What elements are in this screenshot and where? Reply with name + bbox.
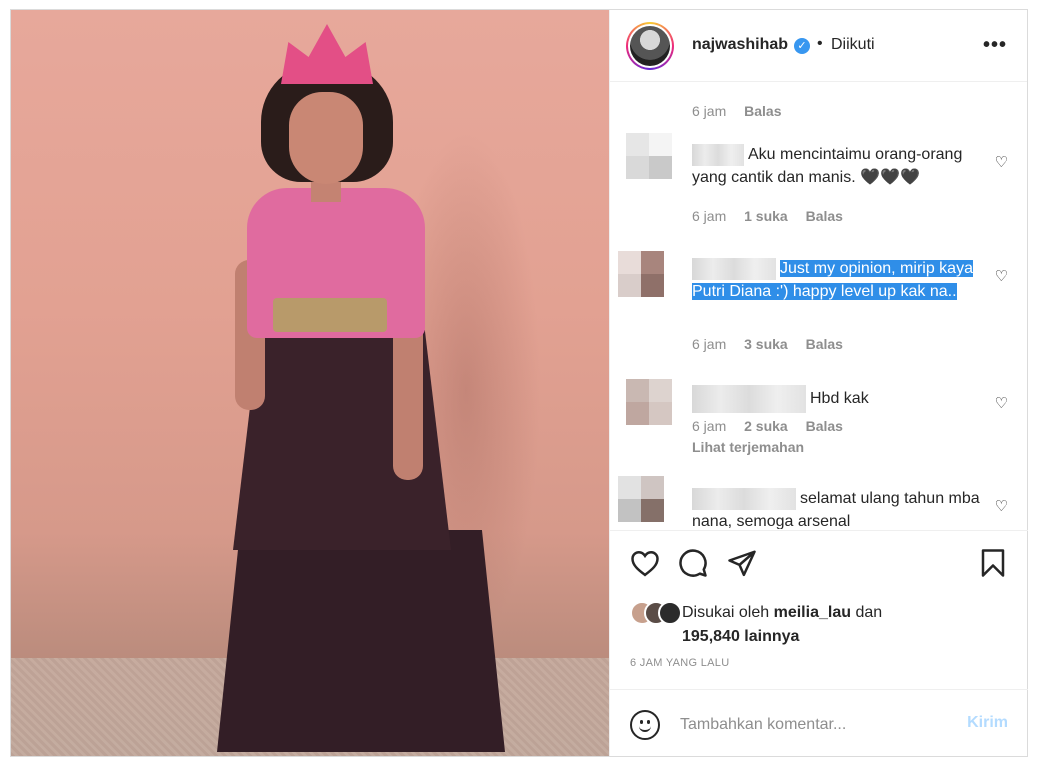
photo-crown <box>281 24 373 84</box>
comment-like-heart-icon[interactable]: ♡ <box>995 153 1008 171</box>
photo-face <box>289 92 363 184</box>
post-comment-button[interactable]: Kirim <box>967 714 1008 732</box>
comment-like-heart-icon[interactable]: ♡ <box>995 267 1008 285</box>
commenter-avatar[interactable] <box>618 251 664 297</box>
post-header: najwashihab ✓ • Diikuti ••• <box>610 10 1027 82</box>
redacted-username[interactable] <box>692 257 776 280</box>
commenter-avatar[interactable] <box>626 379 672 425</box>
comment-icon[interactable] <box>678 548 708 578</box>
comment-likes-count[interactable]: 3 suka <box>744 336 788 352</box>
verified-icon: ✓ <box>794 38 810 54</box>
author-username[interactable]: najwashihab <box>692 36 788 54</box>
see-translation-link[interactable]: Lihat terjemahan <box>692 439 804 455</box>
commenter-avatar[interactable] <box>626 133 672 179</box>
more-icon[interactable]: ••• <box>983 34 1007 57</box>
comments-list[interactable]: 6 jam Balas Aku mencintaimu orang-orang … <box>610 83 1028 529</box>
photo-belt <box>273 298 387 332</box>
comment-like-heart-icon[interactable]: ♡ <box>995 497 1008 515</box>
comment-text: Hbd kak <box>810 390 869 408</box>
header-separator: • <box>817 35 823 52</box>
comment-time: 6 jam <box>692 418 727 434</box>
post-photo[interactable] <box>11 10 609 756</box>
comment-like-heart-icon[interactable]: ♡ <box>995 394 1008 412</box>
post-sidebar: najwashihab ✓ • Diikuti ••• 6 jam Balas … <box>609 10 1028 756</box>
comment-input[interactable] <box>680 712 950 738</box>
share-icon[interactable] <box>727 548 757 578</box>
reply-button[interactable]: Balas <box>806 418 843 434</box>
likes-count[interactable]: 195,840 lainnya <box>682 628 799 645</box>
comment-body: Hbd kak <box>692 385 992 413</box>
redacted-username[interactable] <box>692 487 796 510</box>
photo-skirt-lower <box>217 530 505 752</box>
redacted-username[interactable] <box>692 143 744 166</box>
like-heart-icon[interactable] <box>630 549 660 577</box>
post-timestamp[interactable]: 6 JAM YANG LALU <box>630 657 729 669</box>
comment-time: 6 jam <box>692 103 727 119</box>
add-comment-bar: Kirim <box>610 689 1028 757</box>
post-actions: Disukai oleh meilia_lau dan 195,840 lain… <box>610 530 1028 756</box>
comment-likes-count[interactable]: 1 suka <box>744 208 788 224</box>
liker-avatar <box>658 601 682 625</box>
redacted-username[interactable] <box>692 385 806 413</box>
liker-username[interactable]: meilia_lau <box>774 604 851 621</box>
post-modal: najwashihab ✓ • Diikuti ••• 6 jam Balas … <box>10 9 1028 757</box>
reply-button[interactable]: Balas <box>806 208 843 224</box>
comment-body: Just my opinion, mirip kaya Putri Diana … <box>692 257 982 303</box>
comment-time: 6 jam <box>692 208 727 224</box>
likes-conjunction: dan <box>855 604 883 621</box>
comment-meta: 6 jam 2 suka Balas <box>692 418 857 434</box>
bookmark-icon[interactable] <box>980 548 1006 578</box>
likes-prefix: Disukai oleh <box>682 604 770 621</box>
comment-meta: 6 jam Balas <box>692 103 795 119</box>
comment-body: Aku mencintaimu orang-orang yang cantik … <box>692 143 992 189</box>
comment-likes-count[interactable]: 2 suka <box>744 418 788 434</box>
reply-button[interactable]: Balas <box>744 103 781 119</box>
comment-meta: 6 jam 1 suka Balas <box>692 208 857 224</box>
avatar-image <box>630 26 670 66</box>
commenter-avatar[interactable] <box>618 476 664 522</box>
follow-status-button[interactable]: Diikuti <box>831 36 875 54</box>
author-avatar[interactable] <box>626 22 674 70</box>
comment-body: selamat ulang tahun mba nana, semoga ars… <box>692 487 982 529</box>
emoji-icon[interactable] <box>630 710 660 740</box>
comment-time: 6 jam <box>692 336 727 352</box>
likes-summary: Disukai oleh meilia_lau dan 195,840 lain… <box>682 601 1002 649</box>
reply-button[interactable]: Balas <box>806 336 843 352</box>
comment-meta: 6 jam 3 suka Balas <box>692 336 857 352</box>
